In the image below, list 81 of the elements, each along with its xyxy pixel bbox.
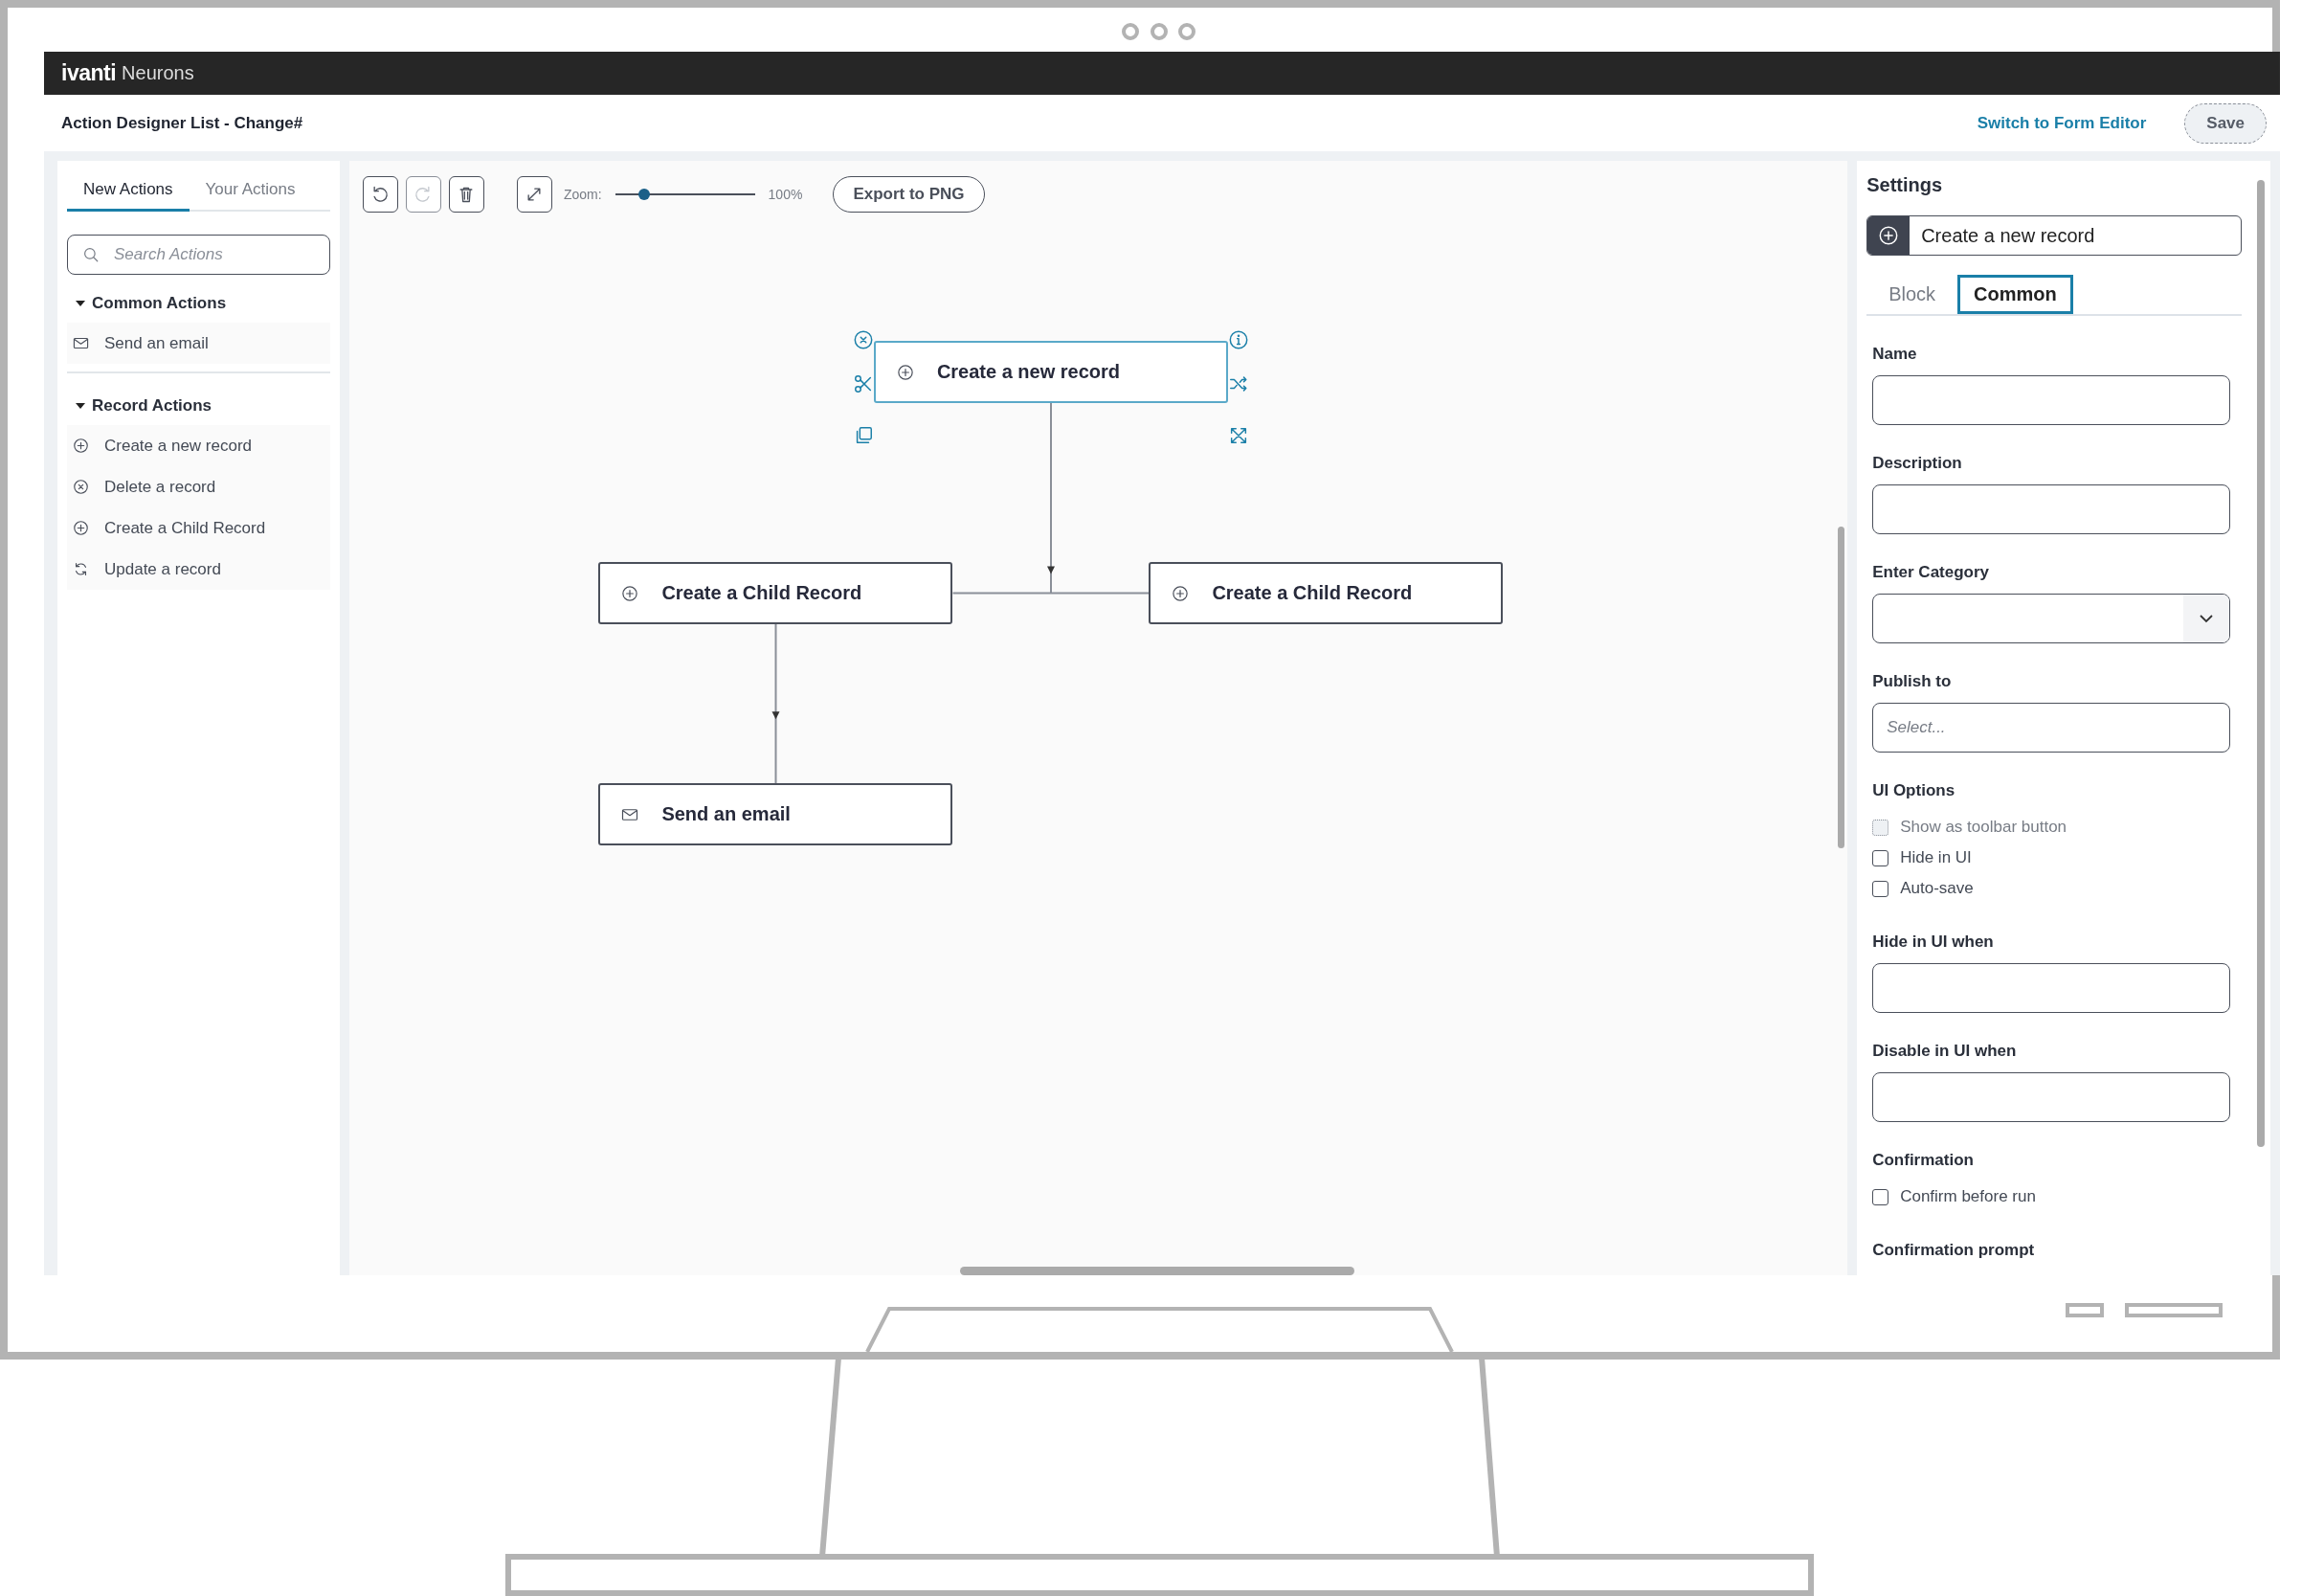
caret-icon[interactable] — [75, 300, 86, 307]
settings-tab[interactable]: Block — [1872, 275, 1953, 314]
field-label: Disable in UI when — [1872, 1042, 2018, 1061]
flow-node[interactable]: Create a new record — [873, 341, 1228, 403]
panel-tab[interactable]: New Actions — [67, 172, 190, 212]
fit-button[interactable] — [516, 176, 552, 213]
action-item[interactable]: Create a new record — [67, 425, 330, 466]
input-field[interactable] — [1872, 963, 2231, 1013]
field-label: Confirmation prompt — [1872, 1241, 2036, 1260]
action-label: Create a Child Record — [104, 518, 266, 538]
search-icon — [82, 246, 100, 263]
plus-circle-icon — [621, 584, 639, 602]
delete-button[interactable] — [448, 176, 484, 213]
switch-editor-link[interactable]: Switch to Form Editor — [1977, 113, 2147, 133]
sync-icon — [73, 561, 89, 577]
zoom-label: Zoom: — [563, 187, 602, 202]
scrollbar[interactable] — [1837, 527, 1844, 848]
input-field[interactable] — [1872, 375, 2231, 425]
action-item[interactable]: Send an email — [67, 323, 330, 364]
zoom-value: 100% — [768, 187, 803, 202]
plus-circle-icon — [73, 520, 89, 536]
node-label: Create a Child Record — [1212, 582, 1413, 604]
search-field[interactable]: Search Actions — [67, 235, 330, 275]
flow-node[interactable]: Create a Child Record — [1149, 562, 1504, 624]
field-label: UI Options — [1872, 781, 1956, 800]
logo-text: ivanti — [61, 60, 117, 86]
group-title: Common Actions — [92, 294, 227, 313]
x-circle-icon — [73, 479, 89, 495]
checkbox-label: Show as toolbar button — [1900, 818, 2067, 837]
node-label: Send an email — [661, 803, 791, 825]
page-title: Action Designer List - Change# — [61, 113, 304, 133]
input-field[interactable]: Select... — [1872, 703, 2231, 753]
plus-circle-icon — [896, 363, 914, 381]
caret-icon[interactable] — [75, 402, 86, 410]
undo-button[interactable] — [362, 176, 398, 213]
shuffle-icon[interactable] — [1227, 373, 1249, 394]
panel-title: Settings — [1866, 174, 1944, 196]
scissors-icon[interactable] — [852, 373, 874, 394]
action-label: Send an email — [104, 333, 209, 353]
scrollbar[interactable] — [959, 1267, 1354, 1275]
mail-icon — [73, 335, 89, 351]
action-label: Delete a record — [104, 477, 216, 497]
action-item[interactable]: Delete a record — [67, 466, 330, 507]
block-label: Create a new record — [1920, 224, 2095, 247]
field-label: Name — [1872, 345, 1918, 364]
scrollbar[interactable] — [2257, 180, 2265, 1147]
close-circle-icon[interactable] — [852, 329, 874, 350]
input-field[interactable] — [1872, 484, 2231, 534]
checkbox-label: Confirm before run — [1900, 1187, 2036, 1206]
slider-thumb[interactable] — [637, 189, 650, 200]
checkbox[interactable] — [1872, 1188, 1889, 1205]
chevron-down-icon — [2199, 614, 2215, 623]
field-label: Description — [1872, 454, 1963, 473]
group-title: Record Actions — [92, 396, 212, 416]
checkbox-label: Hide in UI — [1900, 848, 1972, 867]
input-field[interactable] — [1872, 1072, 2231, 1122]
action-item[interactable]: Update a record — [67, 549, 330, 590]
field-label: Hide in UI when — [1872, 933, 1995, 952]
plus-circle-icon — [73, 438, 89, 454]
plus-circle-icon — [1172, 584, 1190, 602]
checkbox[interactable] — [1872, 849, 1889, 866]
settings-tab[interactable]: Common — [1957, 275, 2073, 314]
action-label: Create a new record — [104, 436, 253, 456]
dropdown-field[interactable] — [1872, 594, 2231, 643]
field-label: Publish to — [1872, 672, 1953, 691]
flow-node[interactable]: Send an email — [598, 783, 953, 845]
action-label: Update a record — [104, 559, 221, 579]
action-item[interactable]: Create a Child Record — [67, 507, 330, 549]
plus-circle-icon — [1878, 225, 1900, 246]
product-name: Neurons — [122, 62, 194, 84]
checkbox[interactable] — [1872, 880, 1889, 897]
save-button[interactable]: Save — [2184, 102, 2267, 144]
checkbox-label: Auto-save — [1900, 879, 1974, 898]
info-icon[interactable] — [1227, 329, 1249, 350]
panel-tab[interactable]: Your Actions — [189, 172, 312, 212]
export-button[interactable]: Export to PNG — [833, 176, 985, 213]
field-label: Confirmation — [1872, 1151, 1975, 1170]
field-label: Enter Category — [1872, 563, 1991, 582]
node-label: Create a Child Record — [661, 582, 862, 604]
node-label: Create a new record — [936, 361, 1121, 383]
flow-node[interactable]: Create a Child Record — [598, 562, 953, 624]
